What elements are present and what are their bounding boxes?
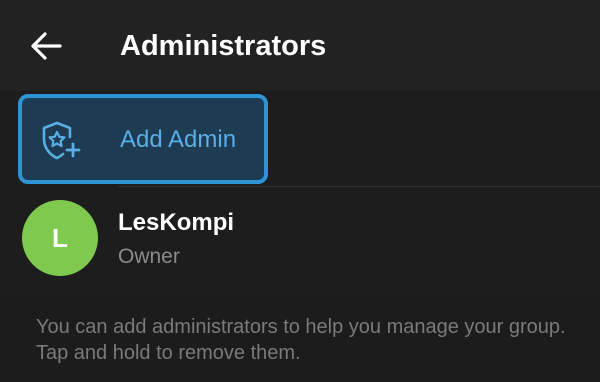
divider <box>118 186 600 187</box>
avatar-initial: L <box>52 222 68 253</box>
shield-star-plus-icon <box>42 121 81 160</box>
add-admin-button[interactable]: Add Admin <box>18 94 268 184</box>
add-admin-label: Add Admin <box>120 126 237 153</box>
member-name: LesKompi <box>118 209 235 236</box>
info-text: You can add administrators to help you m… <box>36 316 566 364</box>
back-button[interactable] <box>26 26 66 66</box>
arrow-left-icon <box>31 32 62 60</box>
administrators-screen: Administrators Add Admin L LesKompi Owne… <box>0 0 600 382</box>
avatar: L <box>22 200 98 276</box>
app-header: Administrators <box>0 0 600 91</box>
member-role: Owner <box>118 245 180 268</box>
page-title: Administrators <box>120 30 327 62</box>
